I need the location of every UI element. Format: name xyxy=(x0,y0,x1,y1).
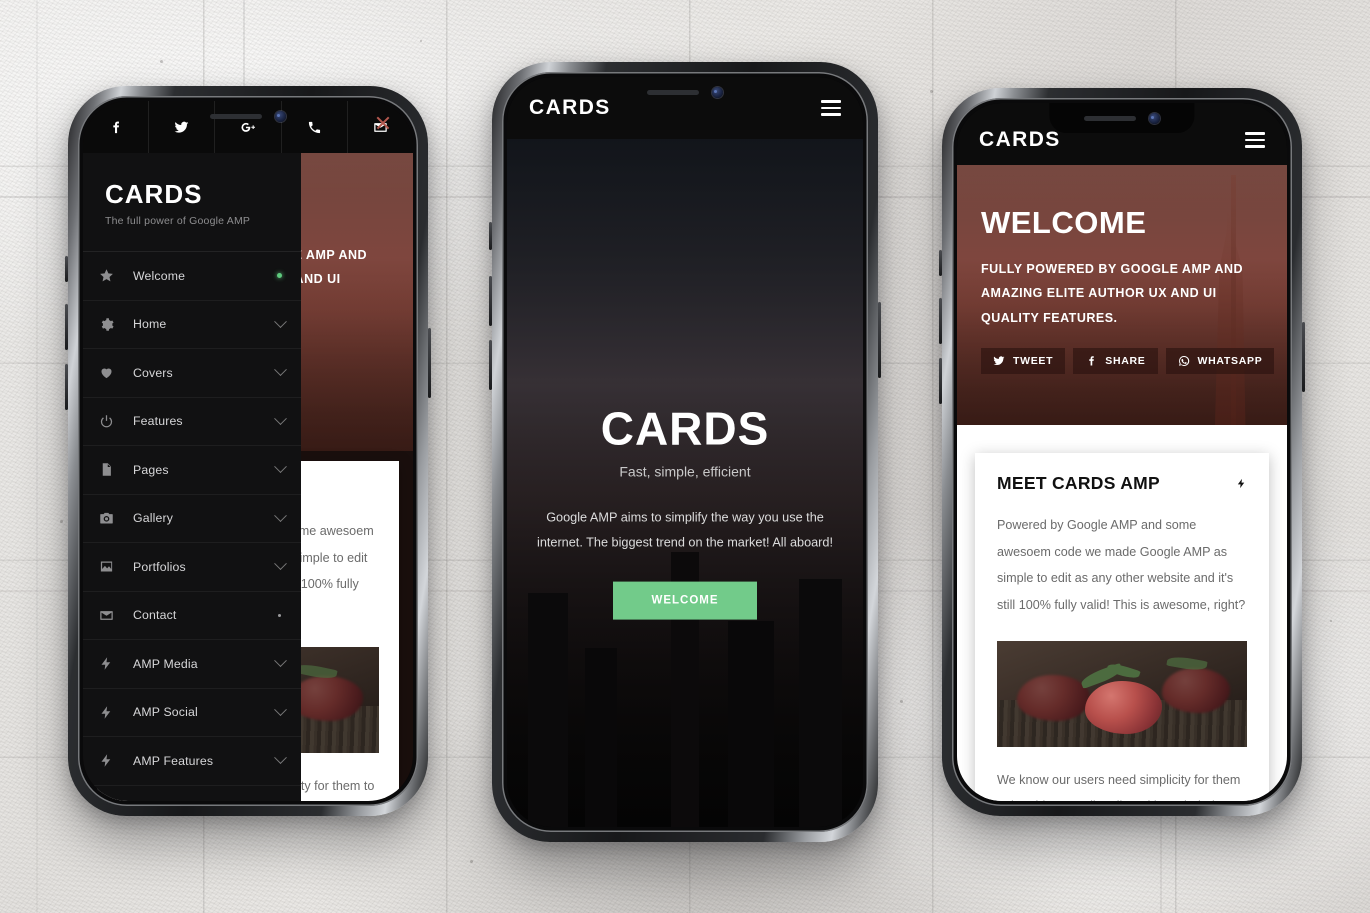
sidebar-item-features[interactable]: Features xyxy=(83,398,301,446)
sidebar-label: Gallery xyxy=(133,511,174,526)
sidebar-item-amp-features[interactable]: AMP Features xyxy=(83,737,301,786)
right-phone-screen: CARDS WELCOME FULLY POWERED BY GOOGLE AM… xyxy=(957,103,1287,801)
right-hero-title: WELCOME xyxy=(981,205,1147,240)
right-hero-body: WELCOME FULLY POWERED BY GOOGLE AMP AND … xyxy=(957,165,1287,375)
right-hero: WELCOME FULLY POWERED BY GOOGLE AMP AND … xyxy=(957,165,1287,425)
sidebar-label: Features xyxy=(133,414,183,429)
close-icon[interactable] xyxy=(375,115,391,131)
right-tweet-label: TWEET xyxy=(1013,355,1054,368)
chevron-down-icon xyxy=(274,509,287,522)
drawer-tagline: The full power of Google AMP xyxy=(105,215,251,227)
center-phone-screen: CARDS CARDS Fast, simple, efficient Goog… xyxy=(507,77,863,827)
sidebar-label: AMP Features xyxy=(133,753,214,768)
right-card: MEET CARDS AMP Powered by Google AMP and… xyxy=(975,453,1269,801)
sidebar-item-home[interactable]: Home xyxy=(83,301,301,349)
google-plus-icon xyxy=(240,122,255,132)
right-brand: CARDS xyxy=(979,128,1061,151)
center-hero-description: Google AMP aims to simplify the way you … xyxy=(537,510,833,550)
center-hero-subtitle: Fast, simple, efficient xyxy=(619,463,751,480)
left-social-bar xyxy=(83,101,413,153)
phone-icon xyxy=(308,121,320,133)
sidebar-item-amp-media[interactable]: AMP Media xyxy=(83,640,301,689)
social-facebook[interactable] xyxy=(83,101,150,153)
hamburger-icon[interactable] xyxy=(821,100,841,116)
sidebar-item-pages[interactable]: Pages xyxy=(83,446,301,495)
center-brand: CARDS xyxy=(529,96,611,119)
right-whatsapp-label: WHATSAPP xyxy=(1197,355,1263,368)
facebook-icon xyxy=(1089,356,1095,366)
welcome-button[interactable]: WELCOME xyxy=(613,581,757,620)
right-hero-subtitle: FULLY POWERED BY GOOGLE AMP AND AMAZING … xyxy=(981,262,1244,325)
hamburger-icon[interactable] xyxy=(1245,132,1265,148)
drawer-title: CARDS xyxy=(105,179,203,209)
sidebar-label: Contact xyxy=(133,608,177,623)
center-hero-content: CARDS Fast, simple, efficient Google AMP… xyxy=(507,401,863,620)
social-google-plus[interactable] xyxy=(215,101,282,153)
sidebar-label: Pages xyxy=(133,462,169,477)
chevron-down-icon xyxy=(274,654,287,668)
right-card-image xyxy=(997,640,1247,747)
gear-icon xyxy=(99,317,127,332)
chevron-down-icon xyxy=(274,412,287,425)
whatsapp-icon xyxy=(1178,356,1189,367)
star-icon xyxy=(99,268,127,283)
left-phone-screen: WELCOME FULLY POWERED BY GOOGLE AMP AND … xyxy=(83,101,413,801)
bolt-icon xyxy=(1237,478,1245,489)
marker-dot-icon xyxy=(277,613,281,617)
sidebar-item-portfolios[interactable]: Portfolios xyxy=(83,543,301,592)
right-hero-share-row: TWEET SHARE WHATSAPP xyxy=(981,348,1275,375)
sidebar-item-welcome[interactable]: Welcome xyxy=(83,252,301,301)
right-share-label: SHARE xyxy=(1105,355,1146,368)
drawer-menu: Welcome Home Covers Features Pages Galle… xyxy=(83,252,301,801)
right-card-footer: We know our users need simplicity for th… xyxy=(997,772,1241,801)
social-phone[interactable] xyxy=(282,101,348,153)
right-tweet-button[interactable]: TWEET xyxy=(981,348,1066,375)
right-phone-frame: CARDS WELCOME FULLY POWERED BY GOOGLE AM… xyxy=(939,88,1305,816)
chevron-down-icon xyxy=(274,315,287,328)
left-phone-frame: WELCOME FULLY POWERED BY GOOGLE AMP AND … xyxy=(65,86,431,816)
sidebar-item-amp-social[interactable]: AMP Social xyxy=(83,689,301,737)
center-hero-title: CARDS xyxy=(600,402,770,455)
bolt-icon xyxy=(99,753,127,768)
chevron-down-icon xyxy=(274,703,287,716)
center-hero: CARDS Fast, simple, efficient Google AMP… xyxy=(507,139,863,827)
sidebar-label: Covers xyxy=(133,365,173,380)
camera-icon xyxy=(99,511,127,526)
envelope-icon xyxy=(99,608,127,623)
bolt-icon xyxy=(99,705,127,720)
sidebar-label: Home xyxy=(133,317,167,332)
chevron-down-icon xyxy=(274,460,287,474)
left-drawer: CARDS The full power of Google AMP Welco… xyxy=(83,153,301,801)
file-icon xyxy=(99,462,127,477)
bolt-icon xyxy=(99,656,127,671)
sidebar-label: AMP Media xyxy=(133,656,198,671)
power-icon xyxy=(99,414,127,429)
sidebar-item-covers[interactable]: Covers xyxy=(83,349,301,398)
twitter-icon xyxy=(993,356,1005,366)
right-whatsapp-button[interactable]: WHATSAPP xyxy=(1165,348,1275,375)
twitter-icon xyxy=(174,121,189,133)
right-card-title: MEET CARDS AMP xyxy=(997,473,1160,493)
sidebar-label: Portfolios xyxy=(133,559,186,574)
chevron-down-icon xyxy=(274,363,287,377)
sidebar-item-contact[interactable]: Contact xyxy=(83,592,301,640)
facebook-icon xyxy=(113,121,120,133)
sidebar-label: Welcome xyxy=(133,268,186,283)
center-phone-frame: CARDS CARDS Fast, simple, efficient Goog… xyxy=(489,62,881,842)
right-share-button[interactable]: SHARE xyxy=(1073,348,1158,375)
center-topbar: CARDS xyxy=(507,77,863,139)
drawer-header: CARDS The full power of Google AMP xyxy=(83,153,301,252)
sidebar-item-gallery[interactable]: Gallery xyxy=(83,495,301,543)
heart-icon xyxy=(99,365,127,380)
social-twitter[interactable] xyxy=(149,101,216,153)
active-dot-icon xyxy=(277,273,282,279)
image-icon xyxy=(99,559,127,574)
right-topbar: CARDS xyxy=(957,103,1287,165)
chevron-down-icon xyxy=(274,751,287,765)
sidebar-label: AMP Social xyxy=(133,705,198,720)
right-card-body: Powered by Google AMP and some awesoem c… xyxy=(997,518,1246,613)
chevron-down-icon xyxy=(274,557,287,571)
